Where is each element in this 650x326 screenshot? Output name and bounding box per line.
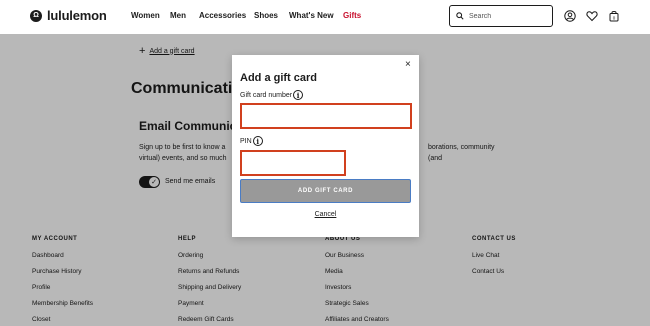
- site-header: Ω lululemon Women Men Accessories Shoes …: [0, 0, 650, 34]
- pin-label: PIN i: [240, 136, 263, 146]
- search-icon: [456, 12, 464, 20]
- wishlist-heart-icon[interactable]: [586, 10, 598, 22]
- nav-accessories[interactable]: Accessories: [199, 11, 254, 20]
- brand[interactable]: Ω lululemon: [30, 8, 107, 23]
- card-number-label: Gift card number i: [240, 90, 304, 100]
- info-icon[interactable]: i: [293, 90, 304, 100]
- add-gift-card-modal: × Add a gift card Gift card number i PIN…: [232, 55, 419, 237]
- close-icon[interactable]: ×: [405, 59, 411, 70]
- card-number-label-text: Gift card number: [240, 91, 293, 99]
- nav-men[interactable]: Men: [170, 11, 199, 20]
- svg-text:0: 0: [613, 16, 616, 21]
- nav-shoes[interactable]: Shoes: [254, 11, 289, 20]
- shopping-bag-icon[interactable]: 0: [608, 10, 620, 22]
- card-number-field: [240, 103, 412, 129]
- nav-whats-new[interactable]: What's New: [289, 11, 343, 20]
- lululemon-logo-icon: Ω: [30, 9, 42, 22]
- pin-field: [240, 150, 346, 176]
- pin-input[interactable]: [242, 152, 344, 174]
- brand-name: lululemon: [47, 8, 107, 23]
- add-gift-card-button[interactable]: ADD GIFT CARD: [240, 179, 411, 203]
- main-nav: Women Men Accessories Shoes What's New G…: [131, 11, 361, 20]
- search-input[interactable]: [469, 12, 549, 20]
- card-number-input[interactable]: [242, 105, 410, 127]
- pin-label-text: PIN: [240, 137, 252, 145]
- info-icon[interactable]: i: [252, 136, 263, 146]
- nav-gifts[interactable]: Gifts: [343, 11, 361, 20]
- modal-title: Add a gift card: [240, 72, 318, 84]
- account-icon[interactable]: [564, 10, 576, 22]
- nav-women[interactable]: Women: [131, 11, 170, 20]
- search-box[interactable]: [449, 5, 553, 27]
- cancel-button[interactable]: Cancel: [232, 211, 419, 218]
